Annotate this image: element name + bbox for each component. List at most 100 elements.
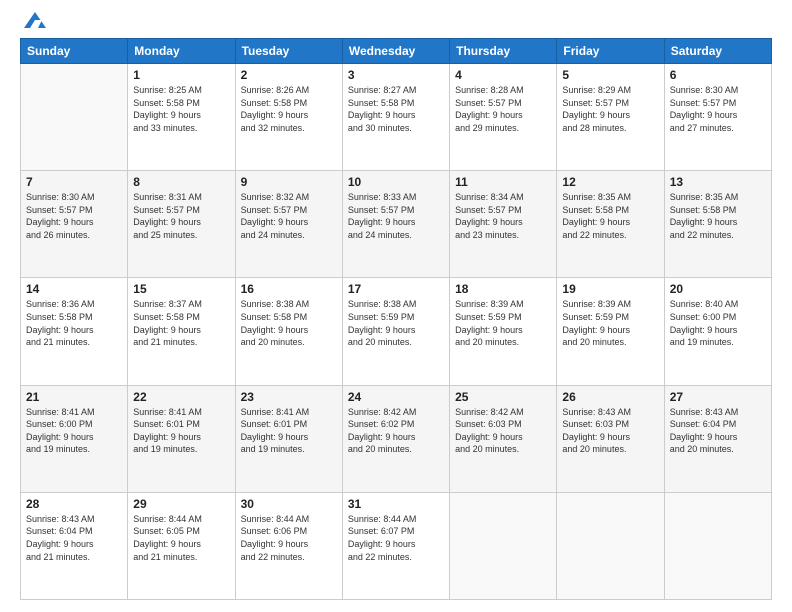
day-number: 10 (348, 175, 444, 189)
calendar-cell: 25Sunrise: 8:42 AM Sunset: 6:03 PM Dayli… (450, 385, 557, 492)
calendar-week-row: 7 Sunrise: 8:30 AM Sunset: 5:57 PM Daylig… (21, 171, 772, 278)
day-info: Sunrise: 8:31 AM Sunset: 5:57 PM Dayligh… (133, 191, 229, 241)
calendar-cell: 21 Sunrise: 8:41 AM Sunset: 6:00 PM Dayli… (21, 385, 128, 492)
day-number: 30 (241, 497, 337, 511)
calendar-cell: 5Sunrise: 8:29 AM Sunset: 5:57 PM Daylig… (557, 64, 664, 171)
calendar-cell (664, 492, 771, 599)
day-info: Sunrise: 8:41 AM Sunset: 6:01 PM Dayligh… (241, 406, 337, 456)
calendar-cell (557, 492, 664, 599)
day-number: 18 (455, 282, 551, 296)
calendar-cell: 20 Sunrise: 8:40 AM Sunset: 6:00 PM Dayli… (664, 278, 771, 385)
day-number: 31 (348, 497, 444, 511)
day-number: 14 (26, 282, 122, 296)
day-info: Sunrise: 8:36 AM Sunset: 5:58 PM Dayligh… (26, 298, 122, 348)
calendar-week-row: 21 Sunrise: 8:41 AM Sunset: 6:00 PM Dayli… (21, 385, 772, 492)
calendar-cell: 4 Sunrise: 8:28 AM Sunset: 5:57 PM Daylig… (450, 64, 557, 171)
day-info: Sunrise: 8:43 AM Sunset: 6:03 PM Dayligh… (562, 406, 658, 456)
logo (20, 16, 48, 28)
day-number: 28 (26, 497, 122, 511)
day-info: Sunrise: 8:32 AM Sunset: 5:57 PM Dayligh… (241, 191, 337, 241)
day-info: Sunrise: 8:27 AM Sunset: 5:58 PM Dayligh… (348, 84, 444, 134)
calendar-cell (450, 492, 557, 599)
calendar-cell: 18 Sunrise: 8:39 AM Sunset: 5:59 PM Dayli… (450, 278, 557, 385)
day-info: Sunrise: 8:38 AM Sunset: 5:59 PM Dayligh… (348, 298, 444, 348)
day-number: 12 (562, 175, 658, 189)
day-info: Sunrise: 8:34 AM Sunset: 5:57 PM Dayligh… (455, 191, 551, 241)
calendar-cell: 17 Sunrise: 8:38 AM Sunset: 5:59 PM Dayli… (342, 278, 449, 385)
day-number: 1 (133, 68, 229, 82)
weekday-header-friday: Friday (557, 39, 664, 64)
day-number: 20 (670, 282, 766, 296)
page-container: SundayMondayTuesdayWednesdayThursdayFrid… (0, 0, 792, 612)
calendar-cell: 31 Sunrise: 8:44 AM Sunset: 6:07 PM Dayli… (342, 492, 449, 599)
day-number: 2 (241, 68, 337, 82)
calendar-cell: 8 Sunrise: 8:31 AM Sunset: 5:57 PM Daylig… (128, 171, 235, 278)
calendar-cell: 22 Sunrise: 8:41 AM Sunset: 6:01 PM Dayli… (128, 385, 235, 492)
day-info: Sunrise: 8:44 AM Sunset: 6:07 PM Dayligh… (348, 513, 444, 563)
day-info: Sunrise: 8:28 AM Sunset: 5:57 PM Dayligh… (455, 84, 551, 134)
calendar-cell: 26 Sunrise: 8:43 AM Sunset: 6:03 PM Dayli… (557, 385, 664, 492)
calendar-header-row: SundayMondayTuesdayWednesdayThursdayFrid… (21, 39, 772, 64)
day-number: 3 (348, 68, 444, 82)
day-info: Sunrise: 8:35 AM Sunset: 5:58 PM Dayligh… (670, 191, 766, 241)
day-number: 25 (455, 390, 551, 404)
day-number: 26 (562, 390, 658, 404)
calendar-cell: 27Sunrise: 8:43 AM Sunset: 6:04 PM Dayli… (664, 385, 771, 492)
day-info: Sunrise: 8:43 AM Sunset: 6:04 PM Dayligh… (26, 513, 122, 563)
day-info: Sunrise: 8:38 AM Sunset: 5:58 PM Dayligh… (241, 298, 337, 348)
calendar-cell: 11 Sunrise: 8:34 AM Sunset: 5:57 PM Dayli… (450, 171, 557, 278)
logo-icon (22, 10, 48, 32)
day-info: Sunrise: 8:30 AM Sunset: 5:57 PM Dayligh… (670, 84, 766, 134)
day-number: 16 (241, 282, 337, 296)
calendar-week-row: 1 Sunrise: 8:25 AM Sunset: 5:58 PM Daylig… (21, 64, 772, 171)
weekday-header-saturday: Saturday (664, 39, 771, 64)
calendar-cell: 10 Sunrise: 8:33 AM Sunset: 5:57 PM Dayli… (342, 171, 449, 278)
calendar-cell (21, 64, 128, 171)
day-info: Sunrise: 8:41 AM Sunset: 6:01 PM Dayligh… (133, 406, 229, 456)
day-number: 6 (670, 68, 766, 82)
day-info: Sunrise: 8:44 AM Sunset: 6:06 PM Dayligh… (241, 513, 337, 563)
day-number: 13 (670, 175, 766, 189)
calendar-cell: 24 Sunrise: 8:42 AM Sunset: 6:02 PM Dayli… (342, 385, 449, 492)
weekday-header-thursday: Thursday (450, 39, 557, 64)
calendar-cell: 23 Sunrise: 8:41 AM Sunset: 6:01 PM Dayli… (235, 385, 342, 492)
day-number: 19 (562, 282, 658, 296)
day-number: 27 (670, 390, 766, 404)
calendar-week-row: 28 Sunrise: 8:43 AM Sunset: 6:04 PM Dayli… (21, 492, 772, 599)
day-info: Sunrise: 8:30 AM Sunset: 5:57 PM Dayligh… (26, 191, 122, 241)
day-number: 22 (133, 390, 229, 404)
calendar-cell: 1 Sunrise: 8:25 AM Sunset: 5:58 PM Daylig… (128, 64, 235, 171)
day-number: 8 (133, 175, 229, 189)
weekday-header-monday: Monday (128, 39, 235, 64)
day-number: 21 (26, 390, 122, 404)
day-number: 24 (348, 390, 444, 404)
calendar-cell: 14 Sunrise: 8:36 AM Sunset: 5:58 PM Dayli… (21, 278, 128, 385)
calendar-cell: 12 Sunrise: 8:35 AM Sunset: 5:58 PM Dayli… (557, 171, 664, 278)
calendar-cell: 6 Sunrise: 8:30 AM Sunset: 5:57 PM Daylig… (664, 64, 771, 171)
day-info: Sunrise: 8:40 AM Sunset: 6:00 PM Dayligh… (670, 298, 766, 348)
calendar-week-row: 14 Sunrise: 8:36 AM Sunset: 5:58 PM Dayli… (21, 278, 772, 385)
day-number: 7 (26, 175, 122, 189)
day-info: Sunrise: 8:39 AM Sunset: 5:59 PM Dayligh… (455, 298, 551, 348)
calendar-cell: 9Sunrise: 8:32 AM Sunset: 5:57 PM Daylig… (235, 171, 342, 278)
day-number: 17 (348, 282, 444, 296)
weekday-header-wednesday: Wednesday (342, 39, 449, 64)
day-number: 4 (455, 68, 551, 82)
weekday-header-tuesday: Tuesday (235, 39, 342, 64)
day-number: 11 (455, 175, 551, 189)
day-info: Sunrise: 8:35 AM Sunset: 5:58 PM Dayligh… (562, 191, 658, 241)
day-info: Sunrise: 8:25 AM Sunset: 5:58 PM Dayligh… (133, 84, 229, 134)
calendar-cell: 19Sunrise: 8:39 AM Sunset: 5:59 PM Dayli… (557, 278, 664, 385)
calendar-cell: 3 Sunrise: 8:27 AM Sunset: 5:58 PM Daylig… (342, 64, 449, 171)
day-info: Sunrise: 8:41 AM Sunset: 6:00 PM Dayligh… (26, 406, 122, 456)
calendar-table: SundayMondayTuesdayWednesdayThursdayFrid… (20, 38, 772, 600)
calendar-cell: 15Sunrise: 8:37 AM Sunset: 5:58 PM Dayli… (128, 278, 235, 385)
day-info: Sunrise: 8:33 AM Sunset: 5:57 PM Dayligh… (348, 191, 444, 241)
day-info: Sunrise: 8:44 AM Sunset: 6:05 PM Dayligh… (133, 513, 229, 563)
day-number: 23 (241, 390, 337, 404)
day-info: Sunrise: 8:42 AM Sunset: 6:02 PM Dayligh… (348, 406, 444, 456)
day-number: 5 (562, 68, 658, 82)
day-number: 15 (133, 282, 229, 296)
day-info: Sunrise: 8:26 AM Sunset: 5:58 PM Dayligh… (241, 84, 337, 134)
calendar-cell: 7 Sunrise: 8:30 AM Sunset: 5:57 PM Daylig… (21, 171, 128, 278)
